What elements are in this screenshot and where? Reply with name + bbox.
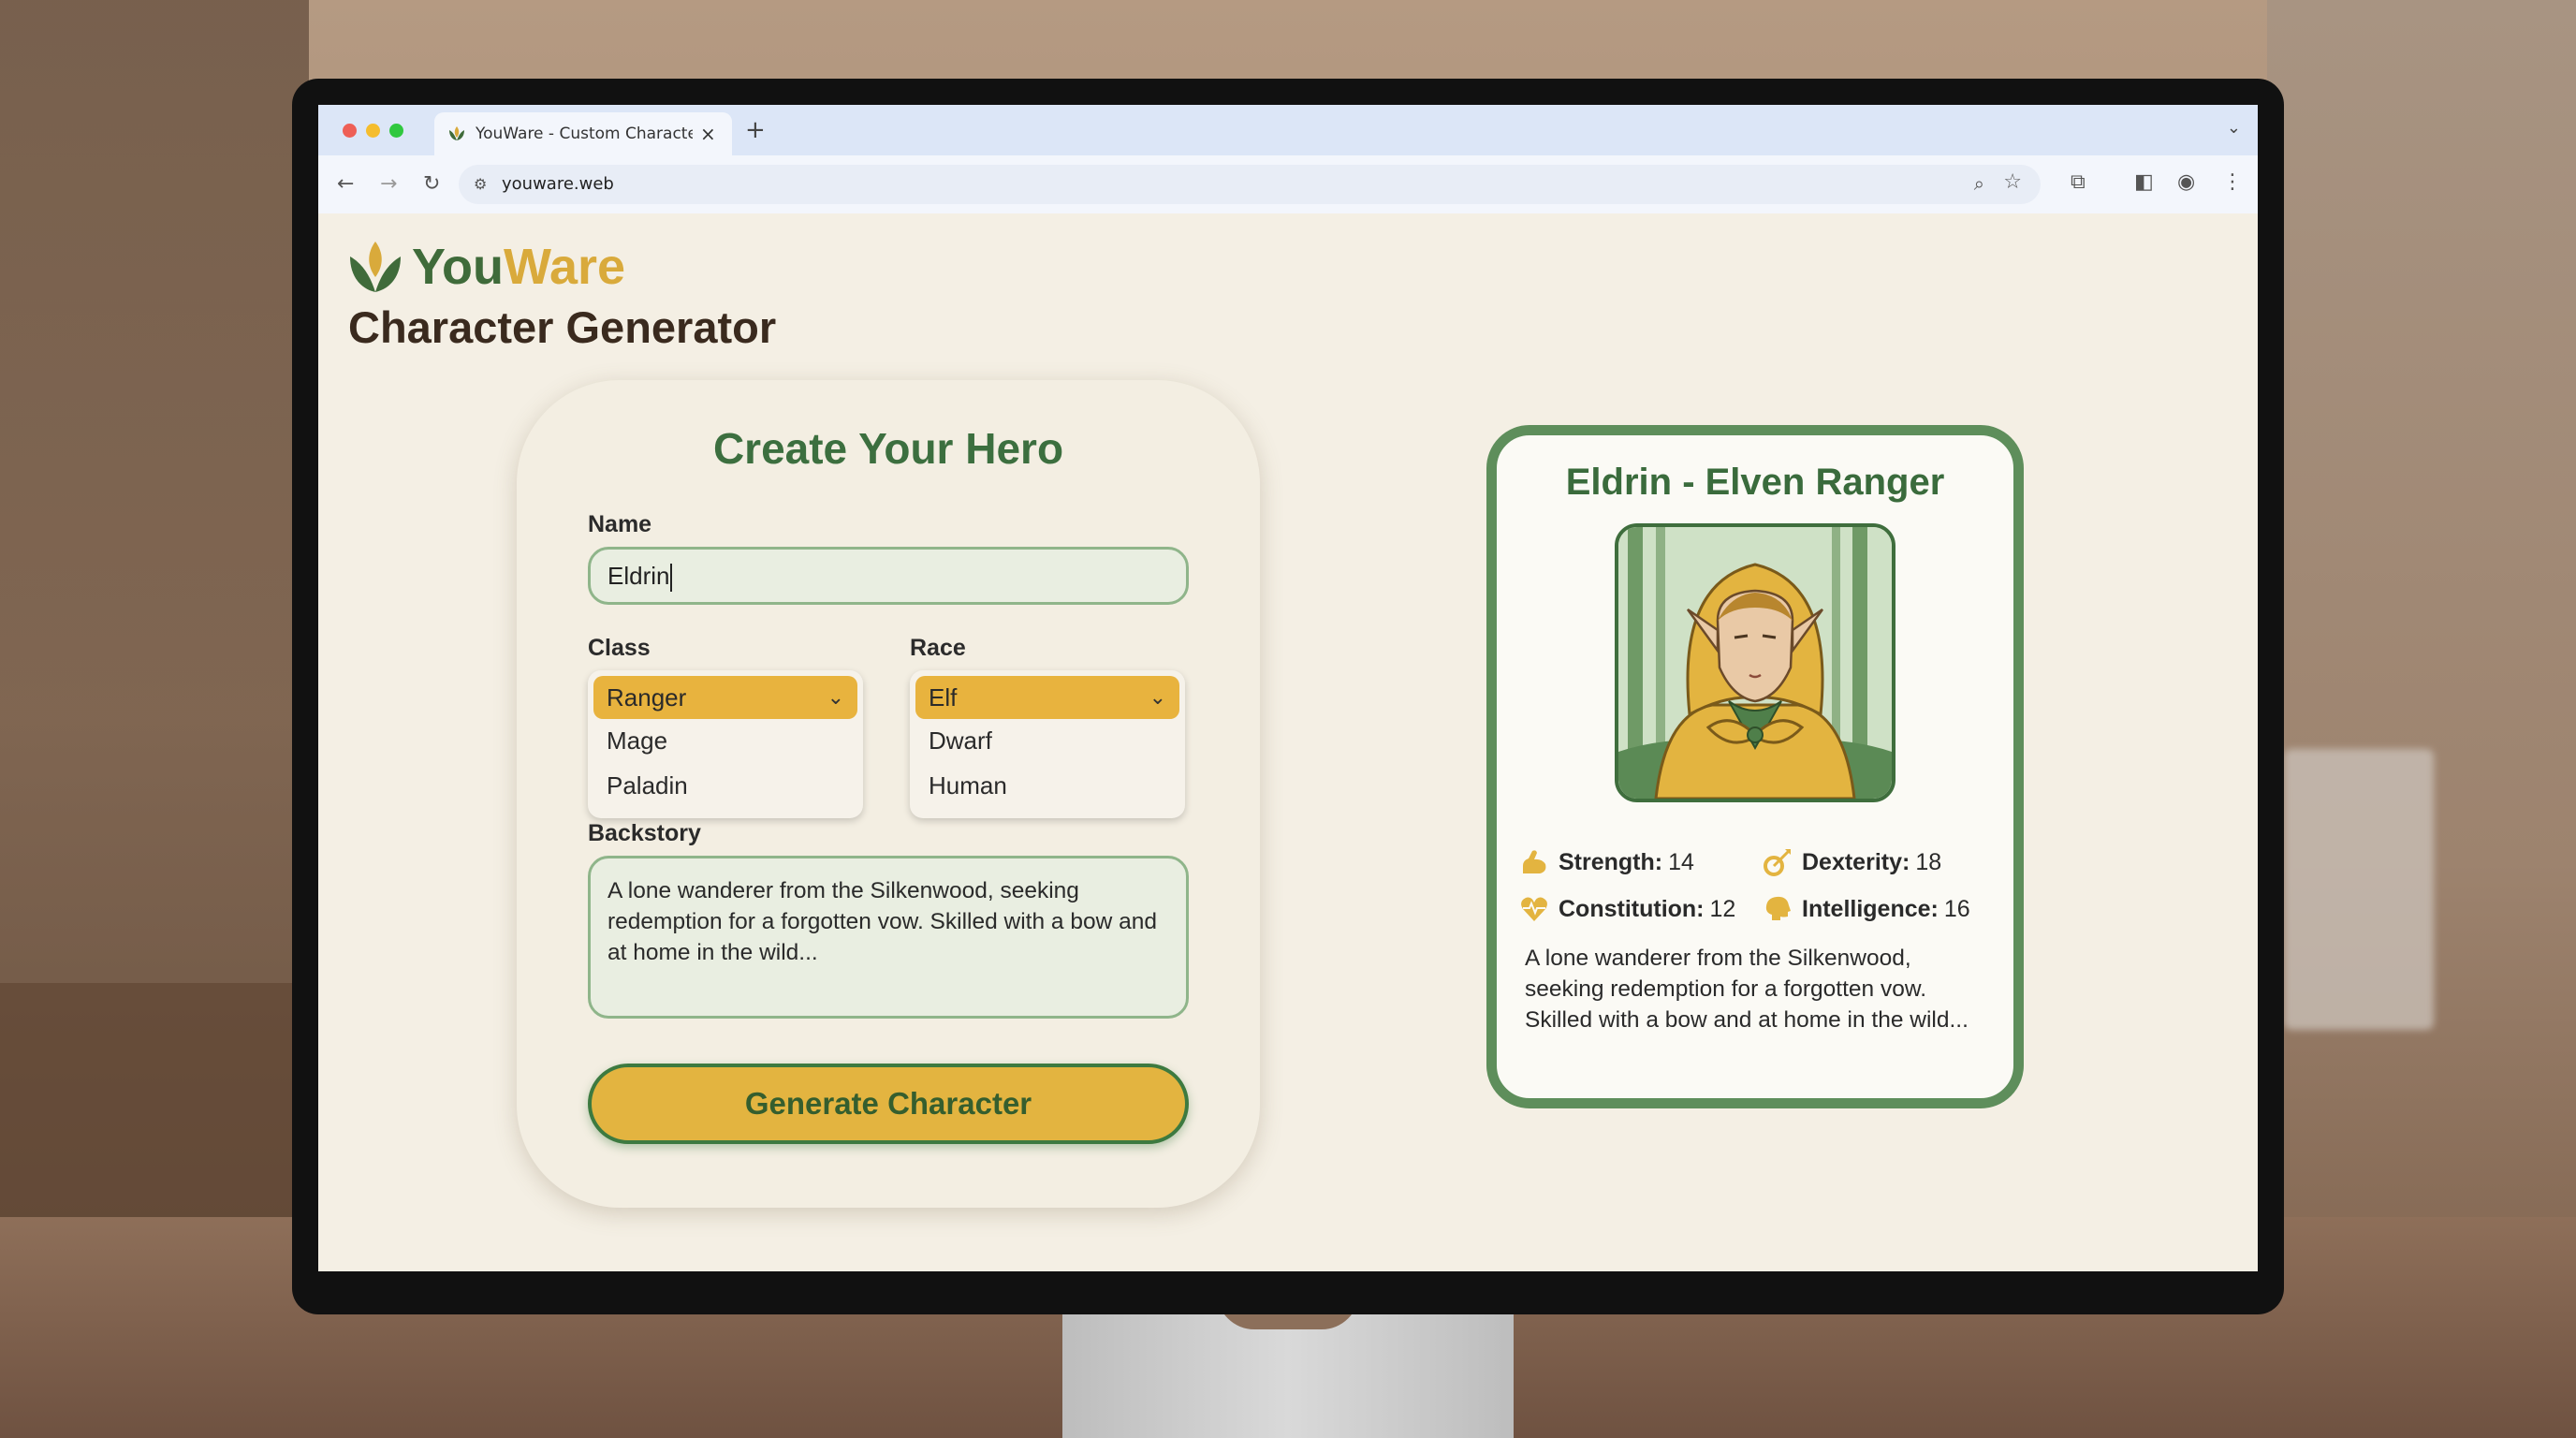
address-bar-row: ← → ↻ ⚙ youware.web ⌕ ☆ ⧉ ◧ ◉ ⋮ [318, 155, 2258, 214]
background-speaker [2284, 749, 2434, 1030]
flexed-arm-icon [1523, 850, 1546, 873]
youware-favicon-icon [449, 126, 464, 140]
class-label: Class [588, 635, 651, 661]
generate-character-button[interactable]: Generate Character [588, 1064, 1189, 1144]
site-settings-icon[interactable]: ⚙ [474, 175, 487, 193]
class-option-paladin[interactable]: Paladin [607, 771, 688, 800]
character-backstory: A lone wanderer from the Silkenwood, see… [1525, 946, 1969, 1033]
tab-bar: YouWare - Custom Character × + ⌄ [318, 105, 2258, 155]
name-label: Name [588, 511, 652, 537]
race-selected-value: Elf [929, 683, 958, 712]
brain-icon [1765, 896, 1791, 920]
stat-strength: Strength: 14 [1519, 847, 1694, 877]
backstory-label: Backstory [588, 820, 701, 846]
profile-avatar-icon[interactable]: ◉ [2177, 170, 2195, 194]
reload-icon[interactable]: ↻ [423, 172, 440, 196]
stat-constitution: Constitution: 12 [1519, 894, 1735, 924]
stat-dexterity-label: Dexterity: [1802, 848, 1910, 875]
forward-arrow-icon[interactable]: → [380, 172, 397, 196]
character-portrait [1615, 523, 1895, 802]
window-controls [343, 124, 403, 138]
logo-text-ware: Ware [503, 239, 626, 295]
stat-dexterity-value: 18 [1915, 848, 1942, 875]
chevron-down-icon: ⌄ [827, 685, 844, 709]
class-selected-option[interactable]: Ranger ⌄ [593, 676, 857, 719]
stat-intelligence-value: 16 [1943, 895, 1970, 922]
text-caret [670, 564, 673, 593]
stat-constitution-label: Constitution: [1559, 895, 1705, 922]
name-input-value: Eldrin [607, 562, 670, 590]
stat-strength-value: 14 [1668, 848, 1694, 875]
youware-logo[interactable]: YouWare [346, 238, 625, 296]
create-hero-form: Create Your Hero Name Eldrin Class Range… [517, 380, 1260, 1208]
stat-intelligence: Intelligence: 16 [1763, 894, 1970, 924]
class-option-mage[interactable]: Mage [607, 726, 667, 756]
extensions-icon[interactable]: ⧉ [2071, 170, 2086, 194]
zoom-icon[interactable]: ⌕ [1974, 172, 1984, 195]
close-window-button[interactable] [343, 124, 357, 138]
bookmark-star-icon[interactable]: ☆ [2003, 170, 2022, 194]
form-heading: Create Your Hero [712, 424, 1064, 473]
more-menu-icon[interactable]: ⋮ [2222, 170, 2243, 194]
chevron-down-icon: ⌄ [1149, 685, 1166, 709]
stat-intelligence-label: Intelligence: [1802, 895, 1939, 922]
arrow-target-icon [1764, 849, 1791, 876]
logo-text-you: You [412, 239, 504, 295]
side-panel-icon[interactable]: ◧ [2134, 170, 2154, 194]
class-selected-value: Ranger [607, 683, 687, 712]
stat-dexterity: Dexterity: 18 [1763, 847, 1941, 877]
character-title: Eldrin - Elven Ranger [1565, 462, 1945, 503]
character-result-card: Eldrin - Elven Ranger Strength: 14 Dexte… [1486, 425, 2024, 1108]
tab-youware[interactable]: YouWare - Custom Character × [434, 112, 732, 155]
race-label: Race [910, 635, 966, 661]
page-content: YouWare Character Generator Create Your … [318, 213, 2258, 1271]
heartbeat-icon [1521, 897, 1547, 921]
tab-search-chevron-icon[interactable]: ⌄ [2227, 118, 2241, 138]
maximize-window-button[interactable] [389, 124, 403, 138]
race-dropdown[interactable]: Elf ⌄ Dwarf Human [910, 670, 1185, 818]
back-arrow-icon[interactable]: ← [337, 172, 354, 196]
stat-constitution-value: 12 [1709, 895, 1736, 922]
stat-strength-label: Strength: [1559, 848, 1663, 875]
minimize-window-button[interactable] [366, 124, 380, 138]
tab-title: YouWare - Custom Character [476, 125, 693, 143]
browser-window: YouWare - Custom Character × + ⌄ ← → ↻ ⚙… [318, 105, 2258, 1271]
backstory-textarea[interactable]: A lone wanderer from the Silkenwood, see… [588, 856, 1189, 1019]
leaf-logo-icon [350, 242, 401, 292]
page-title: Character Generator [348, 302, 777, 352]
name-input[interactable]: Eldrin [588, 547, 1189, 605]
tab-close-icon[interactable]: × [700, 123, 716, 145]
url-text: youware.web [502, 174, 614, 194]
new-tab-icon[interactable]: + [745, 116, 766, 144]
race-option-human[interactable]: Human [929, 771, 1007, 800]
race-option-dwarf[interactable]: Dwarf [929, 726, 992, 756]
elf-ranger-portrait-image [1618, 527, 1892, 799]
race-selected-option[interactable]: Elf ⌄ [915, 676, 1179, 719]
url-field[interactable]: ⚙ youware.web ⌕ ☆ [459, 165, 2041, 204]
class-dropdown[interactable]: Ranger ⌄ Mage Paladin [588, 670, 863, 818]
